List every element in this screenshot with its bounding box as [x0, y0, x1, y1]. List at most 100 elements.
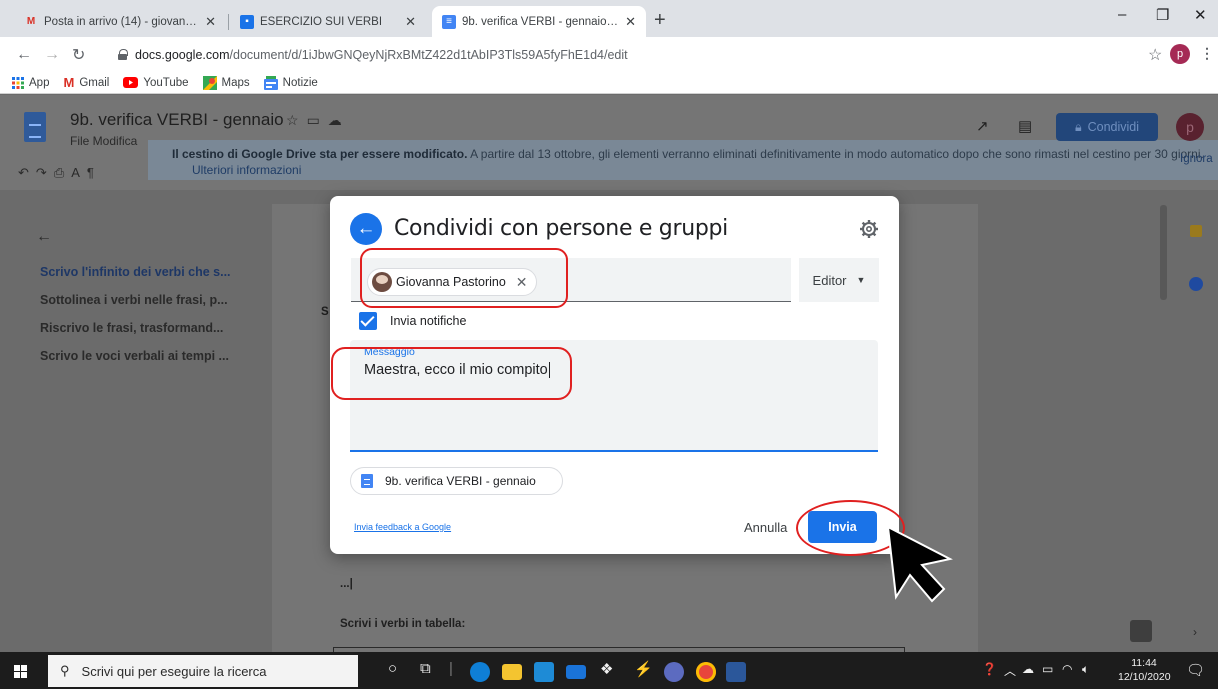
windows-start-icon[interactable] — [14, 665, 28, 679]
onedrive-icon[interactable]: ☁ — [1022, 662, 1034, 676]
window-close-icon[interactable]: ✕ — [1194, 6, 1207, 24]
mouse-cursor-icon — [886, 525, 953, 603]
paint-icon[interactable] — [664, 662, 684, 682]
chevron-right-icon[interactable]: › — [1193, 625, 1197, 639]
bookmark-maps[interactable]: Maps — [202, 75, 250, 90]
mail-icon[interactable] — [566, 665, 586, 679]
dialog-title: Condividi con persone e gruppi — [394, 216, 728, 241]
chevron-down-icon: ▼ — [856, 275, 866, 285]
tab-label: ESERCIZIO SUI VERBI — [260, 15, 383, 28]
banner-learn-more-link[interactable]: Ulteriori informazioni — [192, 163, 301, 177]
page-text: ...| — [340, 578, 353, 590]
docs-logo-icon[interactable] — [24, 112, 46, 142]
page-heading: Scrivi i verbi in tabella: — [340, 618, 466, 630]
docs-icon — [361, 474, 373, 488]
lock-icon: 🔒︎ — [1074, 119, 1082, 134]
notifications-icon[interactable]: 🗨︎ — [1186, 661, 1205, 679]
outline-back-icon[interactable]: ← — [36, 228, 52, 246]
help-icon[interactable]: ❓ — [982, 662, 997, 676]
close-icon[interactable]: ✕ — [405, 14, 416, 30]
wifi-icon[interactable]: ◠ — [1062, 662, 1072, 676]
cloud-icon: ☁ — [327, 112, 350, 128]
notify-checkbox[interactable] — [359, 312, 377, 330]
close-icon[interactable]: ✕ — [205, 14, 216, 30]
taskbar-search-input[interactable]: ⚲ Scrivi qui per eseguire la ricerca — [48, 655, 358, 687]
minimize-icon[interactable]: – — [1118, 6, 1126, 23]
banner-text: A partire dal 13 ottobre, gli elementi v… — [470, 147, 1204, 161]
outline-item[interactable]: Riscrivo le frasi, trasformand... — [40, 321, 223, 335]
tab-classroom[interactable]: ▪ ESERCIZIO SUI VERBI ✕ — [230, 6, 426, 37]
back-arrow-icon[interactable]: ← — [350, 213, 382, 245]
close-icon[interactable]: ✕ — [625, 14, 636, 30]
volume-icon[interactable]: 🔈︎ — [1082, 662, 1089, 677]
side-panel — [1168, 204, 1218, 652]
bookmark-label: YouTube — [143, 76, 189, 89]
edge-icon[interactable] — [470, 662, 490, 682]
bookmark-star-icon[interactable]: ☆ — [1148, 45, 1162, 65]
tasks-icon[interactable] — [1189, 277, 1203, 291]
drive-trash-banner: Il cestino di Google Drive sta per esser… — [148, 140, 1218, 180]
highlight-recipient — [360, 248, 568, 308]
highlight-message — [331, 347, 572, 400]
bookmark-app[interactable]: App — [12, 76, 49, 89]
reload-icon[interactable]: ↻ — [72, 45, 85, 65]
tab-gmail[interactable]: M Posta in arrivo (14) - giovanna.pa ✕ — [14, 6, 226, 37]
browser-menu-icon[interactable]: ⋮ — [1200, 45, 1214, 62]
keep-icon[interactable] — [1190, 225, 1202, 237]
tab-label: 9b. verifica VERBI - gennaio - Do — [462, 15, 620, 28]
outline-item[interactable]: Scrivo l'infinito dei verbi che s... — [40, 265, 231, 279]
cortana-icon[interactable]: ○ — [388, 660, 397, 677]
explore-button[interactable] — [1130, 620, 1152, 642]
comments-icon[interactable]: ▤ — [1018, 117, 1032, 135]
redo-icon[interactable]: ↷ — [36, 165, 54, 180]
new-tab-button[interactable]: + — [654, 9, 666, 32]
bookmark-youtube[interactable]: YouTube — [123, 76, 189, 89]
role-select[interactable]: Editor ▼ — [799, 258, 879, 302]
url-path: /document/d/1iJbwGNQeyNjRxBMtZ422d1tAbIP… — [229, 47, 628, 62]
app-lightning-icon[interactable]: ⚡ — [634, 660, 653, 678]
file-explorer-icon[interactable] — [502, 664, 522, 680]
battery-icon: ▭ — [1042, 662, 1054, 676]
print-icon[interactable]: ⎙ — [54, 165, 71, 180]
forward-icon[interactable]: → — [44, 46, 60, 64]
time: 11:44 — [1131, 657, 1157, 669]
restore-icon[interactable]: ❐ — [1156, 6, 1169, 24]
chrome-icon[interactable] — [696, 662, 716, 682]
document-title[interactable]: 9b. verifica VERBI - gennaio — [70, 110, 284, 130]
news-icon — [263, 75, 278, 90]
cancel-button[interactable]: Annulla — [744, 520, 787, 535]
gear-icon[interactable] — [858, 218, 880, 240]
bookmark-notizie[interactable]: Notizie — [263, 75, 318, 90]
dropbox-icon[interactable]: ❖ — [600, 660, 613, 678]
outline-item[interactable]: Sottolinea i verbi nelle frasi, p... — [40, 293, 228, 307]
url-field[interactable]: docs.google.com/document/d/1iJbwGNQeyNjR… — [110, 42, 1140, 67]
shared-document-name: 9b. verifica VERBI - gennaio — [385, 474, 536, 488]
outline-item[interactable]: Scrivo le voci verbali ai tempi ... — [40, 349, 229, 363]
activity-icon[interactable]: ↗ — [976, 117, 989, 135]
store-icon[interactable] — [534, 662, 554, 682]
bookmark-gmail[interactable]: M Gmail — [63, 75, 109, 90]
banner-dismiss-button[interactable]: Ignora — [1180, 153, 1213, 165]
docs-toolbar: ↶↷⎙A¶ — [18, 165, 101, 181]
scrollbar[interactable] — [1160, 205, 1167, 300]
task-view-icon[interactable]: ⧉ — [420, 660, 431, 677]
chevron-up-icon[interactable]: ︿ — [1004, 662, 1016, 679]
word-icon[interactable] — [726, 662, 746, 682]
undo-icon[interactable]: ↶ — [18, 165, 36, 180]
spellcheck-icon[interactable]: A — [71, 165, 87, 180]
tab-docs[interactable]: ≡ 9b. verifica VERBI - gennaio - Do ✕ — [432, 6, 646, 37]
page-text: S — [321, 306, 329, 318]
docs-menu-bar[interactable]: File Modifica — [70, 134, 137, 148]
clock[interactable]: 11:44 12/10/2020 — [1118, 656, 1171, 684]
share-button[interactable]: 🔒︎ Condividi — [1056, 113, 1158, 141]
back-icon[interactable]: ← — [16, 46, 32, 64]
profile-avatar[interactable]: p — [1170, 44, 1190, 64]
folder-icon[interactable]: ▭ — [307, 112, 328, 128]
account-avatar[interactable]: p — [1176, 113, 1204, 141]
lock-icon — [118, 49, 128, 60]
feedback-link[interactable]: Invia feedback a Google — [354, 522, 451, 532]
star-icon[interactable]: ☆ — [286, 112, 307, 128]
paint-format-icon[interactable]: ¶ — [87, 165, 101, 180]
gmail-icon: M — [26, 16, 36, 27]
shared-document-chip: 9b. verifica VERBI - gennaio — [350, 467, 563, 495]
